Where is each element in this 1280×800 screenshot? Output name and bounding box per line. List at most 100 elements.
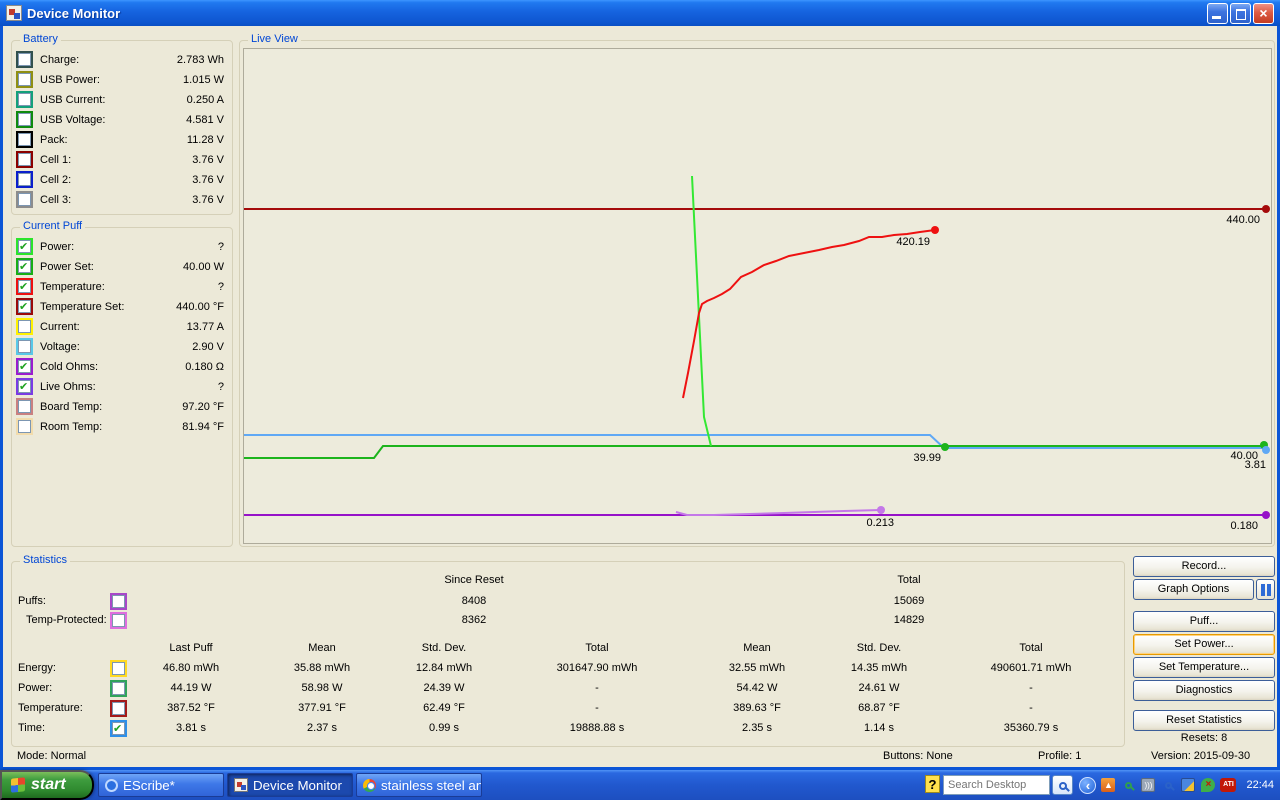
- series-checkbox-pack[interactable]: [16, 131, 33, 148]
- resets-count: Resets: 8: [1133, 732, 1275, 744]
- series-checkbox-live-ohms[interactable]: [16, 378, 33, 395]
- puffs-checkbox[interactable]: [110, 593, 127, 610]
- restore-button[interactable]: [1230, 3, 1251, 24]
- stat-cell: 14.35 mWh: [814, 662, 944, 674]
- series-checkbox-cell2[interactable]: [16, 171, 33, 188]
- stat-cell: 389.63 °F: [692, 702, 822, 714]
- series-checkbox-usb-voltage[interactable]: [16, 111, 33, 128]
- row-value: 97.20 °F: [182, 401, 224, 413]
- status-version: Version: 2015-09-30: [1151, 750, 1250, 762]
- col-header: Total: [532, 642, 662, 654]
- puffs-total: 15069: [844, 595, 974, 607]
- temperature-stat-checkbox[interactable]: [110, 700, 127, 717]
- task-label: EScribe*: [123, 778, 175, 793]
- puffs-label: Puffs:: [18, 595, 46, 607]
- taskbar-task-browser[interactable]: stainless steel and te...: [356, 773, 482, 797]
- row-value: 3.76 V: [192, 174, 224, 186]
- series-checkbox-board-temp[interactable]: [16, 398, 33, 415]
- tray-update-icon[interactable]: ▲: [1100, 777, 1116, 793]
- escribe-icon: [105, 779, 118, 792]
- row-label: Current:: [40, 321, 80, 333]
- minimize-button[interactable]: [1207, 3, 1228, 24]
- graph-options-button[interactable]: Graph Options: [1133, 579, 1254, 600]
- series-checkbox-room-temp[interactable]: [16, 418, 33, 435]
- search-desktop-button[interactable]: [1052, 775, 1073, 795]
- power-stat-checkbox[interactable]: [110, 680, 127, 697]
- puff-row: Current: 13.77 A: [12, 318, 232, 338]
- pause-button[interactable]: [1256, 579, 1275, 600]
- set-power-button[interactable]: Set Power...: [1133, 634, 1275, 655]
- series-temperature-line: [683, 230, 935, 398]
- row-label: Temperature:: [40, 281, 105, 293]
- total-header: Total: [844, 574, 974, 586]
- tray-collapse-chevron-icon[interactable]: ‹: [1079, 777, 1096, 794]
- close-button[interactable]: ×: [1253, 3, 1274, 24]
- temp-protected-total: 14829: [844, 614, 974, 626]
- tray-desktop-search-icon[interactable]: [1120, 777, 1136, 793]
- puffs-since-reset: 8408: [409, 595, 539, 607]
- start-label: start: [31, 776, 66, 794]
- row-value: 2.783 Wh: [177, 54, 224, 66]
- puff-button[interactable]: Puff...: [1133, 611, 1275, 632]
- temperature-endpoint: [931, 226, 939, 234]
- series-power-line: [692, 176, 711, 446]
- row-value: 2.90 V: [192, 341, 224, 353]
- since-reset-header: Since Reset: [409, 574, 539, 586]
- tray-ati-icon[interactable]: ATI: [1220, 777, 1236, 793]
- stat-cell: 12.84 mWh: [379, 662, 509, 674]
- puff-row: Live Ohms: ?: [12, 378, 232, 398]
- battery-row: Cell 2: 3.76 V: [12, 171, 232, 191]
- row-value: ?: [218, 281, 224, 293]
- series-checkbox-cold-ohms[interactable]: [16, 358, 33, 375]
- series-checkbox-power-set[interactable]: [16, 258, 33, 275]
- stat-cell: 35.88 mWh: [257, 662, 387, 674]
- desktop-help-icon[interactable]: ?: [925, 775, 940, 793]
- search-desktop-input[interactable]: [943, 775, 1050, 795]
- puff-row: Power Set: 40.00 W: [12, 258, 232, 278]
- series-checkbox-current[interactable]: [16, 318, 33, 335]
- start-button[interactable]: start: [0, 770, 94, 800]
- set-temperature-button[interactable]: Set Temperature...: [1133, 657, 1275, 678]
- series-checkbox-power[interactable]: [16, 238, 33, 255]
- series-checkbox-temperature-set[interactable]: [16, 298, 33, 315]
- stat-cell: 58.98 W: [257, 682, 387, 694]
- stat-cell: -: [532, 702, 662, 714]
- tray-network-icon[interactable]: ))): [1140, 777, 1156, 793]
- device-monitor-icon: [234, 778, 248, 792]
- puff-row: Cold Ohms: 0.180 Ω: [12, 358, 232, 378]
- tray-search-icon[interactable]: [1160, 777, 1176, 793]
- series-checkbox-charge[interactable]: [16, 51, 33, 68]
- window-title: Device Monitor: [27, 6, 1207, 21]
- series-checkbox-cell3[interactable]: [16, 191, 33, 208]
- series-checkbox-cell1[interactable]: [16, 151, 33, 168]
- battery-row: USB Voltage: 4.581 V: [12, 111, 232, 131]
- series-checkbox-temperature[interactable]: [16, 278, 33, 295]
- energy-checkbox[interactable]: [110, 660, 127, 677]
- row-value: 3.76 V: [192, 194, 224, 206]
- taskbar-task-device-monitor[interactable]: Device Monitor: [227, 773, 353, 797]
- series-checkbox-usb-power[interactable]: [16, 71, 33, 88]
- taskbar-task-escribe[interactable]: EScribe*: [98, 773, 224, 797]
- series-checkbox-voltage[interactable]: [16, 338, 33, 355]
- row-label: Pack:: [40, 134, 68, 146]
- row-label: Board Temp:: [40, 401, 102, 413]
- reset-statistics-button[interactable]: Reset Statistics: [1133, 710, 1275, 731]
- status-mode: Mode: Normal: [17, 750, 86, 762]
- row-value: 440.00 °F: [176, 301, 224, 313]
- tray-catalyst-icon[interactable]: ×: [1200, 777, 1216, 793]
- live-ohms-endpoint: [877, 506, 885, 514]
- record-button[interactable]: Record...: [1133, 556, 1275, 577]
- tray-display-settings-icon[interactable]: [1180, 777, 1196, 793]
- temperature-value-label: 420.19: [896, 236, 930, 248]
- pause-icon: [1261, 584, 1271, 596]
- diagnostics-button[interactable]: Diagnostics: [1133, 680, 1275, 701]
- temp-protected-checkbox[interactable]: [110, 612, 127, 629]
- row-label: Cell 3:: [40, 194, 71, 206]
- stat-cell: 2.37 s: [257, 722, 387, 734]
- time-stat-checkbox[interactable]: [110, 720, 127, 737]
- battery-row: Charge: 2.783 Wh: [12, 51, 232, 71]
- stat-cell: 3.81 s: [126, 722, 256, 734]
- series-checkbox-usb-current[interactable]: [16, 91, 33, 108]
- temperature-label: Temperature:: [18, 702, 83, 714]
- stat-cell: -: [966, 702, 1096, 714]
